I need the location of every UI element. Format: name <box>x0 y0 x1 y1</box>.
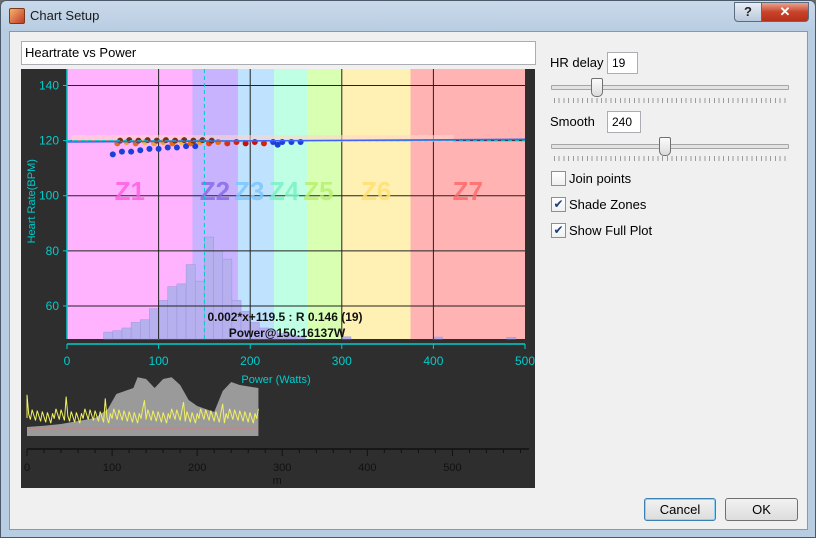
scatter-point <box>173 144 180 151</box>
join-points-label: Join points <box>569 171 632 186</box>
chart-svg: Z1 Z2 Z3 Z4 Z5 Z6 Z7 60801001201400 100 200 300 40… <box>24 69 535 487</box>
scatter-point <box>109 151 116 158</box>
hr-delay-input[interactable]: 19 <box>607 52 638 74</box>
histogram-bar <box>433 336 443 340</box>
y-tick-label: 60 <box>46 299 60 313</box>
scatter-point <box>118 148 125 155</box>
histogram-bar <box>213 250 223 340</box>
scatter-point <box>128 148 135 155</box>
scatter-point <box>146 145 153 152</box>
fit-annotation: 0.002*x+119.5 : R 0.146 (19) <box>207 310 362 324</box>
plot-area: Z1 Z2 Z3 Z4 Z5 Z6 Z7 60 80 100 120 140 0 100 200 300 40… <box>21 69 535 488</box>
x-tick-label: 0 <box>64 354 71 368</box>
scatter-point <box>164 144 171 151</box>
cancel-button[interactable]: Cancel <box>644 498 716 521</box>
join-points-checkbox[interactable] <box>551 171 566 186</box>
y-axis-title: Heart Rate(BPM) <box>26 159 38 243</box>
hr-delay-slider-track[interactable] <box>551 85 789 90</box>
histogram-bar <box>130 322 141 340</box>
scatter-point <box>155 145 162 152</box>
x-tick-label: 300 <box>332 354 352 368</box>
hr-delay-slider-ticks <box>554 98 787 103</box>
smooth-slider-ticks <box>554 156 787 161</box>
histogram-bar <box>103 331 114 340</box>
zone-label-z4: Z4 <box>269 176 300 206</box>
ok-button[interactable]: OK <box>725 498 798 521</box>
show-full-plot-checkbox[interactable]: ✔ <box>551 223 566 238</box>
y-tick-label: 140 <box>39 79 59 93</box>
mini-x-axis-title: m <box>273 475 282 487</box>
scatter-point <box>233 139 240 146</box>
zone-label-z3: Z3 <box>234 176 264 206</box>
scatter-point <box>162 137 169 144</box>
scatter-point <box>137 147 144 154</box>
mini-x-tick-label: 100 <box>103 462 121 474</box>
zone-label-z1: Z1 <box>115 176 145 206</box>
smooth-slider-thumb[interactable] <box>659 137 672 156</box>
x-axis-title: Power (Watts) <box>241 374 310 386</box>
scatter-point <box>251 139 258 146</box>
y-tick-label: 80 <box>46 244 60 258</box>
histogram-bar <box>112 330 123 340</box>
title-bar[interactable]: Chart Setup ? ✕ <box>1 1 815 31</box>
scatter-point <box>274 141 281 148</box>
zone-label-z5: Z5 <box>303 176 333 206</box>
histogram-bar <box>194 280 205 340</box>
histogram-bar <box>167 286 178 340</box>
hr-delay-label: HR delay <box>550 55 604 70</box>
dialog-body: Heartrate vs Power Z1 Z2 Z3 Z4 Z5 Z6 Z7 60 80 10… <box>9 31 808 530</box>
histogram-bar <box>185 264 196 340</box>
histogram-bar <box>149 308 159 340</box>
app-icon <box>9 8 25 24</box>
help-button[interactable]: ? <box>734 2 762 22</box>
scatter-point <box>215 139 222 146</box>
hr-delay-slider-thumb[interactable] <box>590 78 603 97</box>
window-title: Chart Setup <box>30 8 100 23</box>
y-tick-label: 120 <box>39 134 59 148</box>
chart-title-input[interactable]: Heartrate vs Power <box>21 41 536 65</box>
mini-plot: 0 100 200 300 400 500 m <box>24 377 529 487</box>
zone-label-z6: Z6 <box>361 176 391 206</box>
chart-setup-dialog: Chart Setup ? ✕ Heartrate vs Power Z1 Z2 Z… <box>0 0 816 538</box>
mini-x-tick-label: 400 <box>358 462 376 474</box>
x-tick-label: 100 <box>149 354 169 368</box>
x-tick-label: 400 <box>423 354 443 368</box>
x-tick-label: 500 <box>515 354 535 368</box>
smooth-label: Smooth <box>550 114 595 129</box>
y-tick-label: 100 <box>39 189 59 203</box>
zone-label-z7: Z7 <box>453 176 483 206</box>
mini-x-tick-label: 300 <box>273 462 291 474</box>
show-full-plot-label: Show Full Plot <box>569 223 653 238</box>
histogram-bar <box>121 327 132 340</box>
scatter-point <box>181 137 188 144</box>
close-button[interactable]: ✕ <box>761 2 809 22</box>
shade-zones-checkbox[interactable]: ✔ <box>551 197 566 212</box>
histogram-bar <box>506 337 517 340</box>
power-annotation: Power@150:16137W <box>229 326 346 340</box>
shade-zones-label: Shade Zones <box>569 197 647 212</box>
smooth-input[interactable]: 240 <box>607 111 641 133</box>
mini-x-tick-label: 500 <box>443 462 461 474</box>
histogram-bar <box>176 283 187 340</box>
mini-x-tick-label: 0 <box>24 462 30 474</box>
histogram-bar <box>140 319 150 340</box>
mini-x-tick-label: 200 <box>188 462 206 474</box>
x-tick-label: 200 <box>240 354 260 368</box>
